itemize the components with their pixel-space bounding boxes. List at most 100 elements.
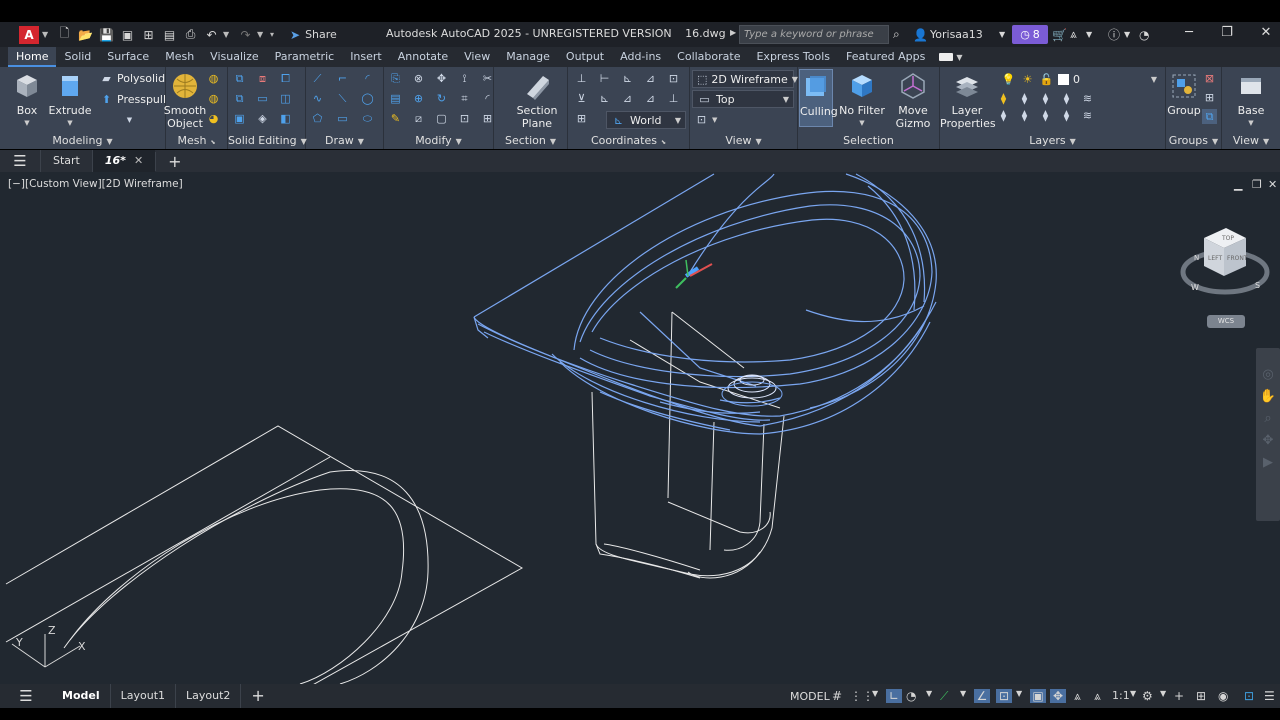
layer-tool-7-icon[interactable]: ⧫ xyxy=(1017,108,1032,123)
move-icon[interactable]: ✥ xyxy=(434,71,449,86)
new-tab-button[interactable]: + xyxy=(155,151,193,171)
hardware-acceleration-icon[interactable]: ⊡ xyxy=(1244,689,1254,703)
ucs-view-icon[interactable]: ⊻ xyxy=(574,91,589,106)
undo-caret-icon[interactable]: ▼ xyxy=(223,30,233,39)
tab-annotate[interactable]: Annotate xyxy=(390,47,456,67)
array-icon[interactable]: ⊞ xyxy=(480,111,495,126)
drawing-viewport[interactable]: [−][Custom View][2D Wireframe] ▁ ❐ ✕ Z Y… xyxy=(0,172,1280,684)
snap-icon[interactable]: ⋮⋮ xyxy=(850,689,874,703)
fillet-edge-icon[interactable]: ◫ xyxy=(278,91,293,106)
layer-tool-1-icon[interactable]: ⧫ xyxy=(996,91,1011,106)
object-snap-caret-icon[interactable]: ▼ xyxy=(1016,689,1022,698)
union-icon[interactable]: ⧉ xyxy=(232,71,247,86)
ucs-x-icon[interactable]: ⊿ xyxy=(643,91,658,106)
polyline-icon[interactable]: ⌐ xyxy=(335,71,350,86)
view-base-panel-title[interactable]: View ▼ xyxy=(1222,134,1280,147)
erase-icon[interactable]: ✎ xyxy=(388,111,403,126)
coordinates-panel-title[interactable]: Coordinates ⬊ xyxy=(568,134,689,147)
selection-panel-title[interactable]: Selection xyxy=(798,134,939,147)
annotation-scale-caret-icon[interactable]: ▼ xyxy=(1130,689,1136,698)
help-icon[interactable]: ⓘ xyxy=(1108,26,1120,43)
array-3d-icon[interactable]: ⊕ xyxy=(411,91,426,106)
rotate-3d-icon[interactable]: ⊗ xyxy=(411,71,426,86)
app-menu-caret-icon[interactable]: ▼ xyxy=(42,30,52,39)
ucs-y-icon[interactable]: ⊥ xyxy=(666,91,681,106)
undo-icon[interactable]: ↶ xyxy=(203,27,220,43)
tab-collaborate[interactable]: Collaborate xyxy=(669,47,748,67)
customize-toolbar-icon[interactable]: ▾ xyxy=(270,30,280,39)
annotation-scale[interactable]: 1:1 xyxy=(1112,689,1130,702)
a360-caret-icon[interactable]: ▼ xyxy=(1086,26,1092,43)
gizmo-toggle-icon[interactable]: ✥ xyxy=(1050,689,1066,703)
help-caret-icon[interactable]: ▼ xyxy=(1124,26,1130,43)
visual-style-dropdown[interactable]: ⬚ 2D Wireframe ▼ xyxy=(692,70,798,88)
ucs-world-icon[interactable]: ⊢ xyxy=(597,71,612,86)
cloud-save-icon[interactable]: ⊞ xyxy=(140,27,157,43)
layer-tool-8-icon[interactable]: ⧫ xyxy=(1038,108,1053,123)
no-filter-button[interactable]: No Filter ▼ xyxy=(836,71,888,130)
tab-output[interactable]: Output xyxy=(558,47,612,67)
rectangle-icon[interactable]: ▭ xyxy=(335,111,350,126)
layer-tool-10-icon[interactable]: ≋ xyxy=(1080,108,1095,123)
object-snap-tracking-icon[interactable]: ∠ xyxy=(974,689,990,703)
annotation-monitor-icon[interactable]: + xyxy=(1174,689,1184,703)
fillet-icon[interactable]: ◜ xyxy=(480,91,495,106)
save-icon[interactable]: 💾 xyxy=(98,27,115,43)
intersect-icon[interactable]: ⧉ xyxy=(232,91,247,106)
group-edit-icon[interactable]: ⊞ xyxy=(1202,90,1217,105)
offset-icon[interactable]: ▤ xyxy=(388,91,403,106)
redo-caret-icon[interactable]: ▼ xyxy=(257,30,267,39)
layer-dropdown[interactable]: 💡 ☀ 🔓 0 ▼ xyxy=(996,70,1162,88)
subtract-icon[interactable]: ⧈ xyxy=(255,71,270,86)
layer-tool-6-icon[interactable]: ⧫ xyxy=(996,108,1011,123)
explode-icon[interactable]: ▢ xyxy=(434,111,449,126)
tab-parametric[interactable]: Parametric xyxy=(267,47,343,67)
units-icon[interactable]: ⊞ xyxy=(1196,689,1206,703)
modeling-more-caret-icon[interactable]: ▼ xyxy=(122,112,137,127)
ribbon-minimize-caret-icon[interactable]: ▼ xyxy=(956,53,962,62)
zoom-icon[interactable]: ⌕ xyxy=(1256,408,1280,430)
tab-solid[interactable]: Solid xyxy=(56,47,99,67)
wcs-menu[interactable]: WCS xyxy=(1207,315,1245,328)
user-menu-caret-icon[interactable]: ▼ xyxy=(999,26,1005,43)
view-panel-title[interactable]: View ▼ xyxy=(690,134,797,147)
group-selection-icon[interactable]: ⧉ xyxy=(1202,109,1217,124)
culling-button[interactable]: Culling xyxy=(799,69,838,127)
smooth-object-button[interactable]: Smooth Object xyxy=(158,71,212,130)
viewcube[interactable]: TOP LEFT FRONT W S N xyxy=(1180,220,1270,310)
copy-icon[interactable]: ⎘ xyxy=(388,71,403,86)
move-gizmo-button[interactable]: Move Gizmo xyxy=(888,71,938,130)
close-button[interactable]: ✕ xyxy=(1254,25,1278,40)
ucs-dropdown[interactable]: ⊾ World ▼ xyxy=(606,111,686,129)
polar-icon[interactable]: ◔ xyxy=(906,689,916,703)
base-caret-icon[interactable]: ▼ xyxy=(1224,117,1278,130)
close-tab-icon[interactable]: ✕ xyxy=(134,154,143,167)
pan-icon[interactable]: ✋ xyxy=(1256,386,1280,408)
steering-wheel-icon[interactable]: ◎ xyxy=(1256,364,1280,386)
tab-view[interactable]: View xyxy=(456,47,498,67)
line-icon[interactable]: ⟋ xyxy=(310,71,325,86)
rotate-icon[interactable]: ↻ xyxy=(434,91,449,106)
mirror-icon[interactable]: ⧄ xyxy=(411,111,426,126)
base-button[interactable]: Base ▼ xyxy=(1224,71,1278,130)
new-file-icon[interactable]: 🗋 xyxy=(56,26,73,43)
layer-tool-5-icon[interactable]: ≋ xyxy=(1080,91,1095,106)
open-folder-icon[interactable]: 📂 xyxy=(77,27,94,43)
print-preview-icon[interactable]: ▤ xyxy=(161,27,178,43)
auto-scale-icon[interactable]: ⩓ xyxy=(1094,689,1101,704)
imprint-icon[interactable]: ▣ xyxy=(232,111,247,126)
ucs-icon[interactable]: ⊥ xyxy=(574,71,589,86)
annotation-visibility-icon[interactable]: ⩓ xyxy=(1074,689,1081,704)
ucs-face-icon[interactable]: ⊿ xyxy=(620,91,635,106)
layers-panel-title[interactable]: Layers ▼ xyxy=(940,134,1165,147)
minimize-button[interactable]: ─ xyxy=(1177,25,1201,40)
arc-icon[interactable]: ◜ xyxy=(360,71,375,86)
isolate-objects-icon[interactable]: ◉ xyxy=(1218,689,1228,703)
print-icon[interactable]: ⎙ xyxy=(182,27,199,43)
layer-tool-3-icon[interactable]: ⧫ xyxy=(1038,91,1053,106)
interfere-icon[interactable]: ⧠ xyxy=(278,71,293,86)
ungroup-icon[interactable]: ⊠ xyxy=(1202,71,1217,86)
spline-icon[interactable]: ∿ xyxy=(310,91,325,106)
tab-express-tools[interactable]: Express Tools xyxy=(748,47,838,67)
orbit-icon[interactable]: ✥ xyxy=(1256,430,1280,452)
